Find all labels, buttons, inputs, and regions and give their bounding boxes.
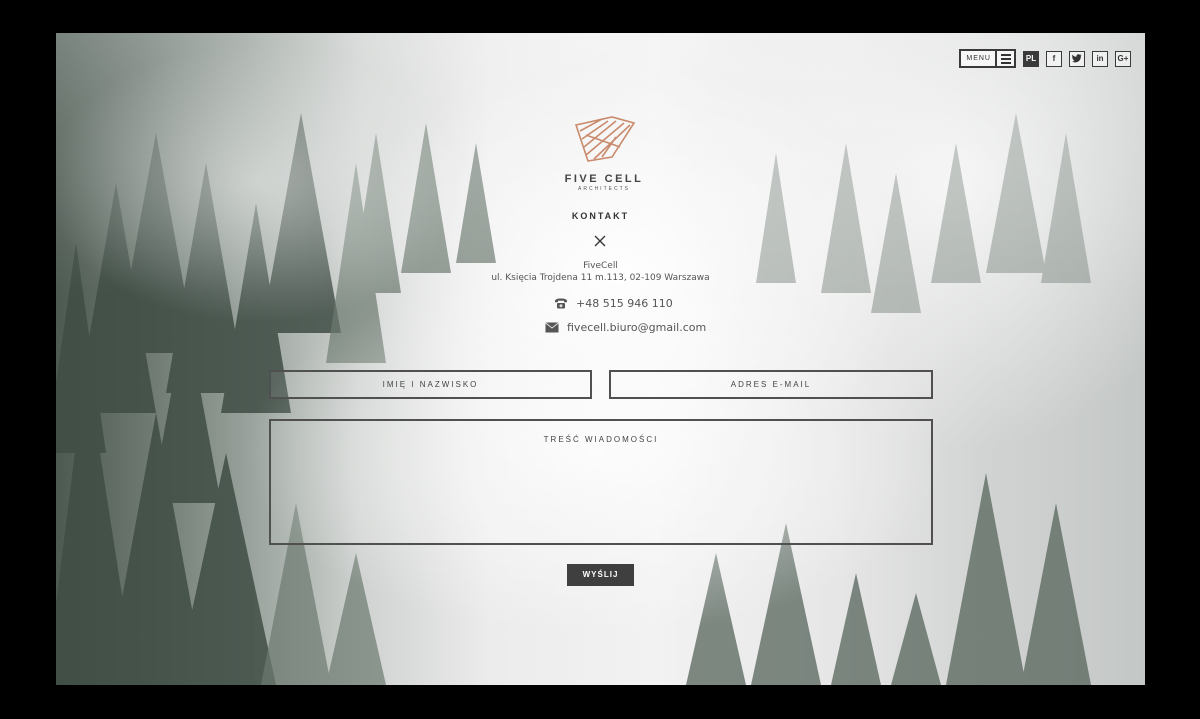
google-plus-icon[interactable]: G+ <box>1115 50 1131 67</box>
message-textarea[interactable]: TREŚĆ WIADOMOŚCI <box>269 419 933 545</box>
name-input[interactable]: IMIĘ I NAZWISKO <box>269 370 592 399</box>
phone-icon <box>555 298 567 309</box>
hamburger-icon <box>995 51 1014 66</box>
contact-heading: KONTAKT <box>571 211 630 221</box>
facebook-icon[interactable]: f <box>1046 50 1062 67</box>
phone-row: +48 515 946 110 <box>554 297 673 310</box>
phone-number[interactable]: +48 515 946 110 <box>576 297 673 310</box>
top-toolbar: MENU PL f in G+ <box>959 49 1131 68</box>
email-address[interactable]: fivecell.biuro@gmail.com <box>567 321 706 334</box>
menu-label: MENU <box>966 55 991 62</box>
language-button[interactable]: PL <box>1023 50 1039 67</box>
site-logo[interactable]: FIVE CELL ARCHITECTS <box>564 115 644 192</box>
linkedin-icon[interactable]: in <box>1092 50 1108 67</box>
company-name: FiveCell <box>583 261 618 271</box>
menu-button[interactable]: MENU <box>959 49 1016 68</box>
email-row: fivecell.biuro@gmail.com <box>545 321 706 334</box>
twitter-icon[interactable] <box>1069 50 1085 67</box>
company-address: ul. Księcia Trojdena 11 m.113, 02-109 Wa… <box>491 273 710 283</box>
close-icon[interactable] <box>590 233 610 247</box>
page-frame: MENU PL f in G+ FIVE CELL ARCHITECTS KON… <box>56 33 1145 685</box>
envelope-icon <box>545 322 559 333</box>
logo-name: FIVE CELL <box>564 173 644 185</box>
email-input[interactable]: ADRES E-MAIL <box>609 370 933 399</box>
send-button[interactable]: WYŚLIJ <box>567 564 634 586</box>
leaf-logo-icon <box>574 116 636 162</box>
logo-subtitle: ARCHITECTS <box>578 186 630 192</box>
